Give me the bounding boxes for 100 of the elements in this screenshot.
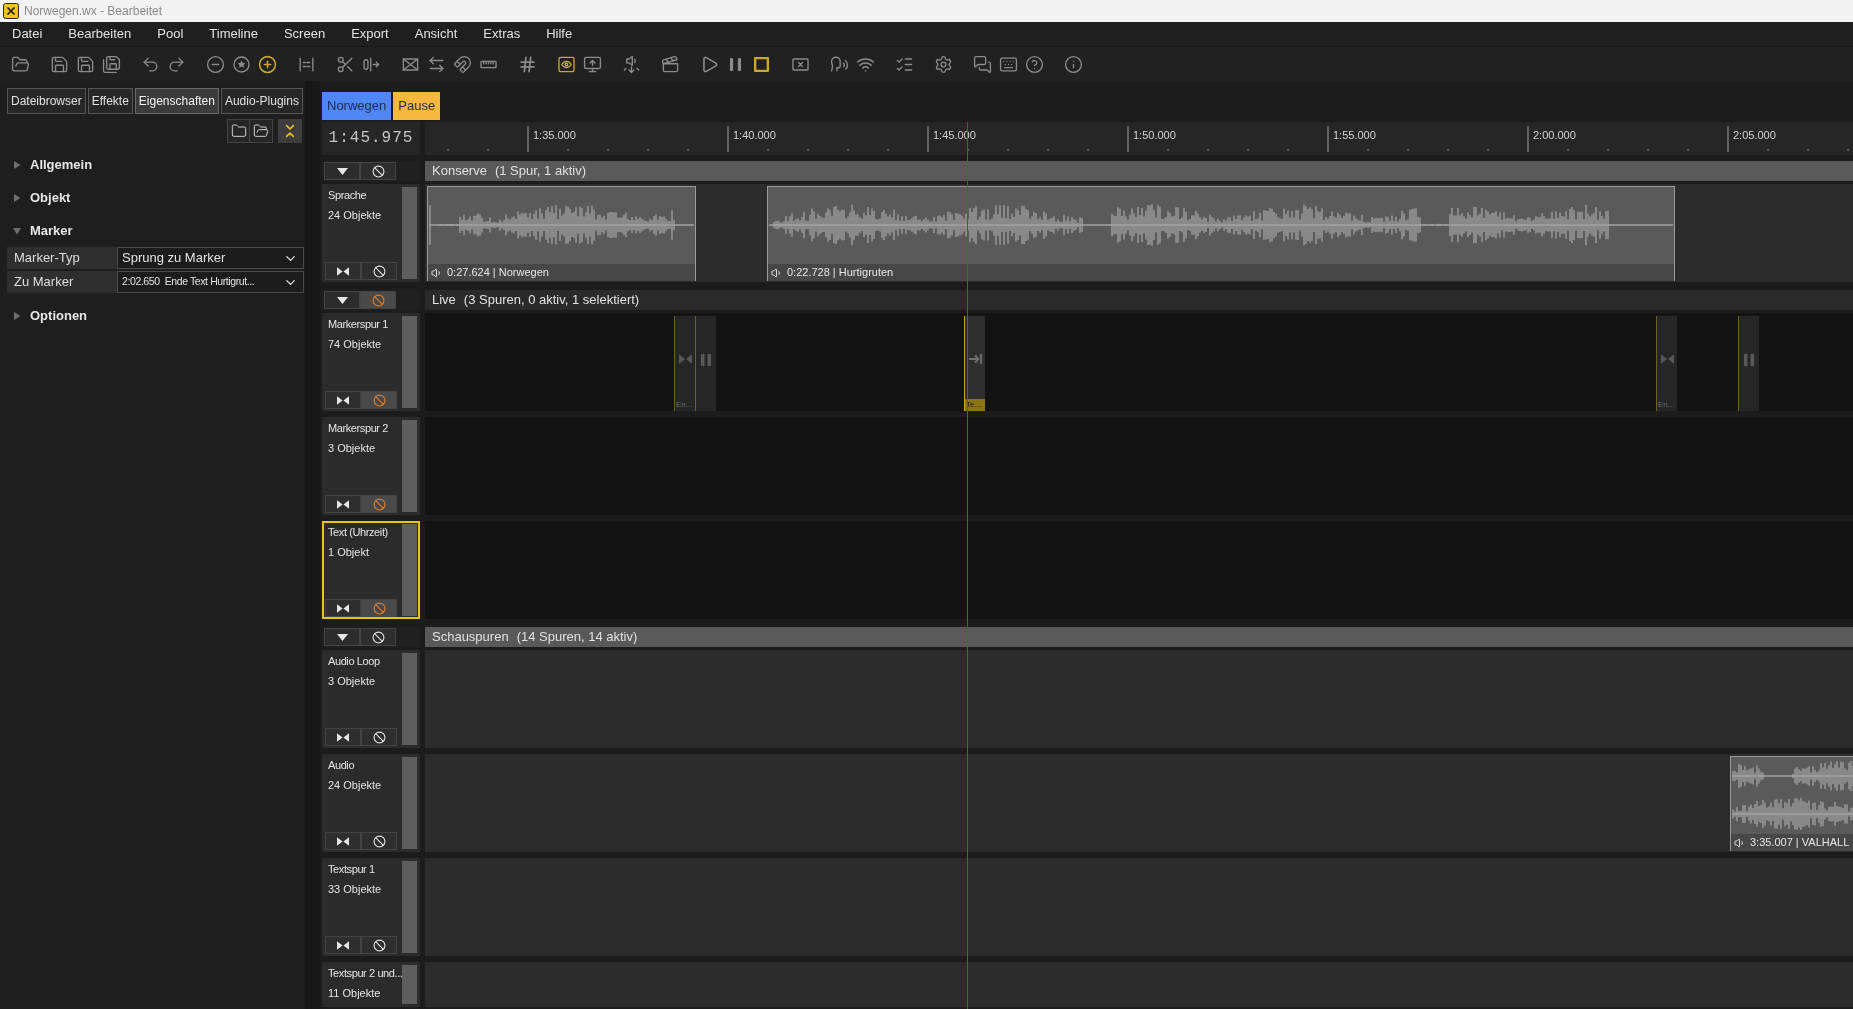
group-header[interactable]: Live (3 Spuren, 0 aktiv, 1 selektiert) (425, 290, 1853, 310)
menu-item[interactable]: Export (351, 25, 389, 43)
clip-label: 0:27.624 | Norwegen (447, 265, 549, 281)
menu-item[interactable]: Bearbeiten (68, 25, 132, 43)
menu-item[interactable]: Timeline (209, 25, 258, 43)
track-name: Audio Loop (328, 654, 381, 668)
ruler-label: 2:00.000 (1533, 128, 1576, 143)
object-count: 24 Objekte (328, 208, 383, 222)
ruler-label: 1:35.000 (533, 128, 576, 143)
bowtie-button[interactable] (325, 936, 361, 954)
track-name: Textspur 2 und... (328, 966, 402, 980)
collapse-all-button[interactable] (278, 119, 302, 143)
bowtie-icon (337, 836, 349, 846)
bowtie-button[interactable] (325, 495, 361, 513)
property-label: Marker-Typ (7, 247, 117, 269)
section-toggle[interactable]: Optionen (13, 305, 88, 326)
menu-item[interactable]: Datei (12, 25, 43, 43)
bowtie-button[interactable] (325, 262, 361, 280)
track-name: Sprache (328, 188, 368, 202)
dropdown[interactable]: 2:02.650 Ende Text Hurtigrut... (117, 271, 304, 293)
panel-tab[interactable]: Eigenschaften (134, 88, 219, 114)
group-summary: (3 Spuren, 0 aktiv, 1 selektiert) (463, 291, 640, 310)
track-header[interactable]: Markerspur 2 3 Objekte (322, 417, 420, 515)
object-count: 74 Objekte (328, 337, 383, 351)
section-toggle[interactable]: Marker (13, 220, 73, 241)
timeline-tab[interactable]: Norwegen (322, 92, 392, 120)
group-header[interactable]: Konserve (1 Spur, 1 aktiv) (425, 161, 1853, 181)
group-name: Schauspuren (432, 628, 509, 647)
speaker-icon (1734, 836, 1746, 849)
time-display: 1:45.975 (322, 122, 420, 155)
menu-item[interactable]: Ansicht (414, 25, 458, 43)
speaker-icon (771, 266, 783, 279)
speaker-icon (431, 266, 443, 279)
section-toggle[interactable]: Objekt (13, 187, 71, 208)
expand-button[interactable] (324, 291, 360, 309)
section-toggle[interactable]: Allgemein (13, 154, 93, 175)
bowtie-icon (337, 266, 349, 276)
timeline-tab[interactable]: Pause (393, 92, 441, 120)
track-header[interactable]: Markerspur 1 74 Objekte (322, 313, 420, 411)
expand-button[interactable] (324, 162, 360, 180)
panel-tab[interactable]: Dateibrowser (7, 88, 86, 114)
bowtie-icon (337, 940, 349, 950)
pause-icon (701, 354, 711, 366)
audio-clip[interactable]: 0:27.624 | Norwegen (427, 186, 696, 281)
track-header[interactable]: Textspur 1 33 Objekte (322, 858, 420, 956)
marker[interactable] (1738, 316, 1759, 411)
menu-item[interactable]: Extras (483, 25, 521, 43)
bowtie-button[interactable] (325, 391, 361, 409)
bowtie-button[interactable] (325, 832, 361, 850)
track-name: Textspur 1 (328, 862, 376, 876)
bowtie-button[interactable] (325, 599, 361, 617)
property-label: Zu Marker (7, 271, 117, 293)
audio-clip[interactable]: 3:35.007 | VALHALL (1730, 756, 1853, 851)
object-count: 11 Objekte (328, 986, 382, 1000)
bowtie-button[interactable] (325, 728, 361, 746)
disable-button[interactable] (361, 832, 397, 850)
bowtie-icon (678, 354, 692, 364)
disable-button[interactable] (361, 936, 397, 954)
track-header[interactable]: Audio Loop 3 Objekte (322, 650, 420, 748)
track-header[interactable]: Audio 24 Objekte (322, 754, 420, 852)
pause-icon (1744, 354, 1754, 366)
menu-item[interactable]: Screen (283, 25, 326, 43)
panel-tab[interactable]: Effekte (87, 88, 133, 114)
dropdown-value: 2:02.650 Ende Text Hurtigrut... (122, 274, 255, 290)
app-logo-icon (3, 3, 19, 19)
ruler-label: 2:05.000 (1733, 128, 1776, 143)
menu-item[interactable]: Hilfe (546, 25, 573, 43)
panel-tab[interactable]: Audio-Plugins (220, 88, 303, 114)
group-name: Live (432, 291, 456, 310)
clip-label: 3:35.007 | VALHALL (1750, 835, 1850, 851)
audio-clip[interactable]: 0:22.728 | Hurtigruten (767, 186, 1675, 281)
window-title: Norwegen.wx - Bearbeitet (24, 3, 163, 20)
clip-label: 0:22.728 | Hurtigruten (787, 265, 894, 281)
disable-button[interactable] (360, 628, 396, 646)
ruler-label: 1:55.000 (1333, 128, 1376, 143)
disable-button[interactable] (361, 728, 397, 746)
object-count: 3 Objekte (328, 441, 377, 455)
object-count: 33 Objekte (328, 882, 383, 896)
marker[interactable] (695, 316, 716, 411)
expand-button[interactable] (324, 628, 360, 646)
group-summary: (1 Spur, 1 aktiv) (494, 162, 586, 181)
group-name: Konserve (432, 162, 487, 181)
track-header[interactable]: Text (Uhrzeit) 1 Objekt (322, 521, 420, 619)
track-header[interactable]: Sprache 24 Objekte (322, 184, 420, 282)
track-strip (402, 965, 417, 1004)
ruler-label: 1:40.000 (733, 128, 776, 143)
object-count: 1 Objekt (328, 545, 370, 559)
object-count: 3 Objekte (328, 674, 377, 688)
track-header[interactable]: Textspur 2 und... 11 Objekte (322, 962, 420, 1007)
dropdown[interactable]: Sprung zu Marker (117, 247, 304, 269)
track-name: Text (Uhrzeit) (328, 525, 389, 539)
disable-button[interactable] (360, 162, 396, 180)
arrow-to-line-icon (968, 354, 982, 364)
object-count: 24 Objekte (328, 778, 383, 792)
menu-item[interactable]: Pool (157, 25, 184, 43)
bowtie-icon (337, 499, 349, 509)
bowtie-icon (337, 603, 349, 613)
group-header[interactable]: Schauspuren (14 Spuren, 14 aktiv) (425, 627, 1853, 647)
ruler-label: 1:50.000 (1133, 128, 1176, 143)
disable-button[interactable] (361, 262, 397, 280)
